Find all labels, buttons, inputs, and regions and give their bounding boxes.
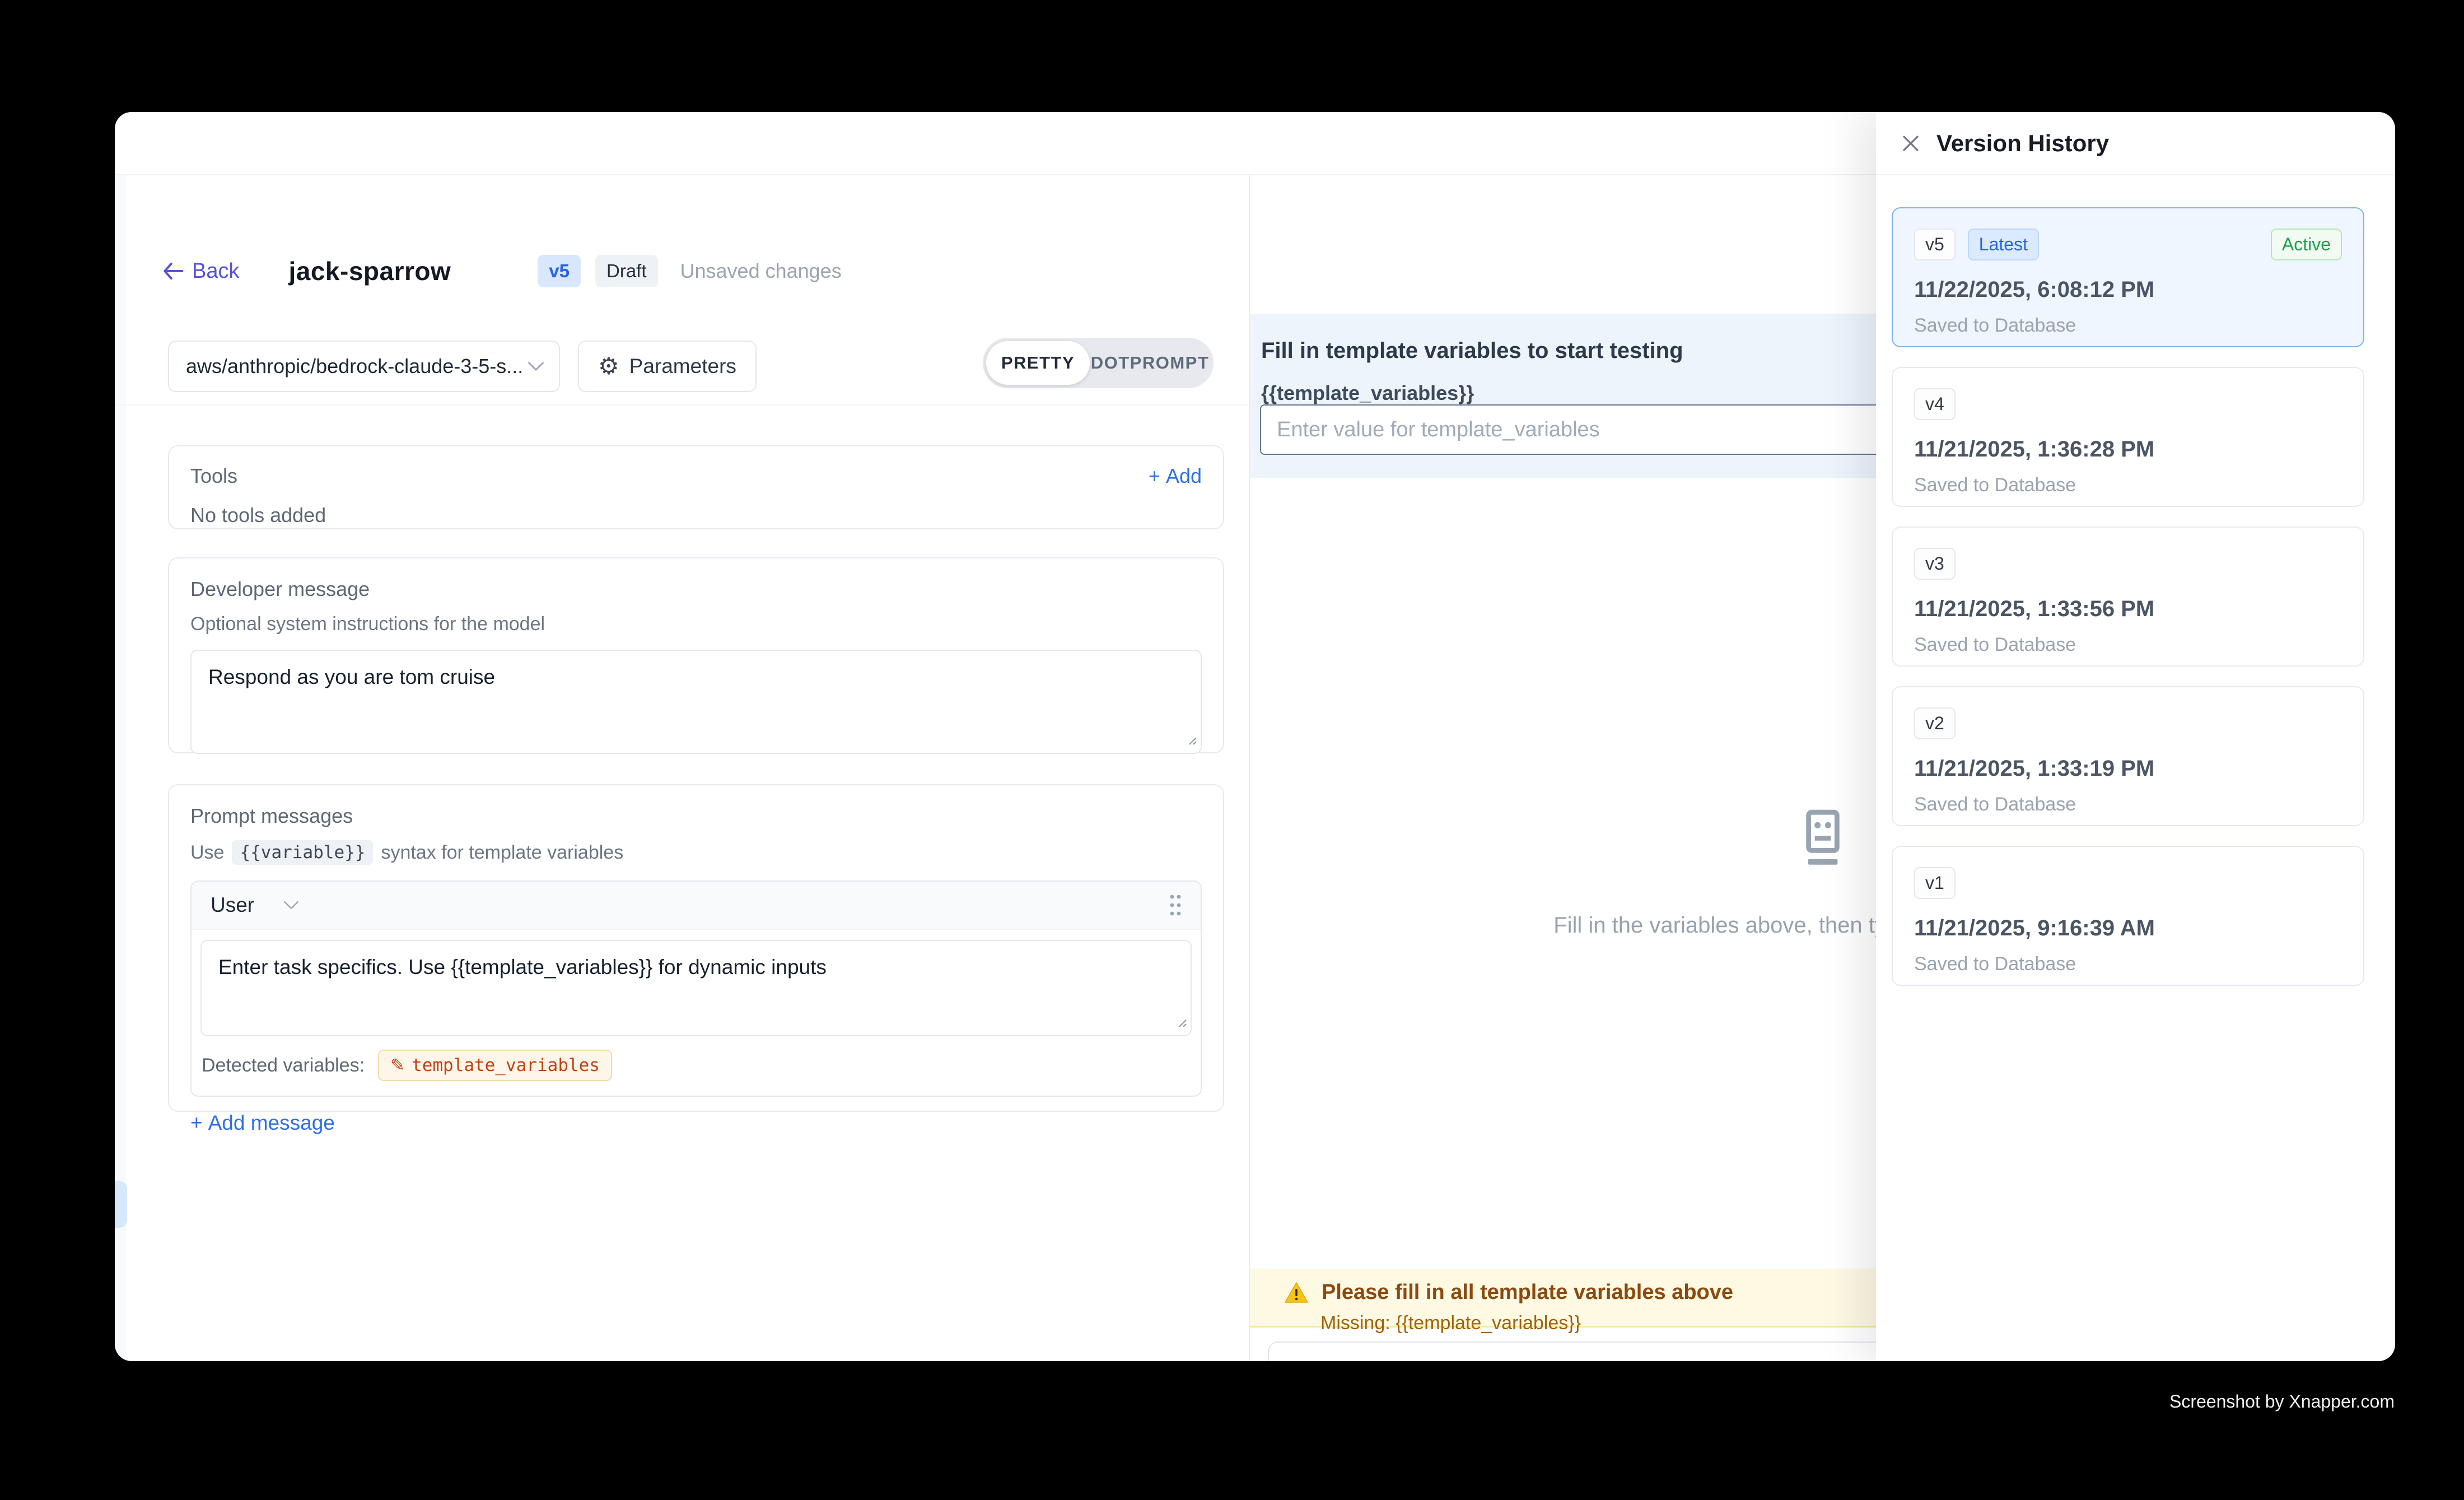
model-select[interactable]: aws/anthropic/bedrock-claude-3-5-s... (168, 341, 560, 392)
screenshot-watermark: Screenshot by Xnapper.com (2169, 1391, 2395, 1412)
version-storage: Saved to Database (1914, 474, 2342, 496)
chevron-down-icon (283, 900, 299, 910)
add-message-button[interactable]: + Add message (190, 1111, 1202, 1135)
model-select-value: aws/anthropic/bedrock-claude-3-5-s... (186, 355, 528, 378)
add-tool-label: Add (1166, 464, 1202, 488)
warning-title: Please fill in all template variables ab… (1322, 1280, 1733, 1305)
page-title: jack-sparrow (288, 256, 451, 286)
tools-empty-text: No tools added (190, 504, 1202, 527)
version-card-v2[interactable]: v2 11/21/2025, 1:33:19 PM Saved to Datab… (1892, 686, 2364, 826)
version-card-v5[interactable]: v5 Latest Active 11/22/2025, 6:08:12 PM … (1892, 207, 2364, 347)
message-header: User (192, 882, 1201, 930)
resize-grip-icon[interactable] (1185, 733, 1197, 748)
prompt-messages-card: Prompt messages Use {{variable}} syntax … (168, 784, 1224, 1112)
version-history-panel: Version History v5 Latest Active 11/22/2… (1876, 112, 2395, 1361)
subtitle-suffix: syntax for template variables (381, 842, 623, 864)
warning-icon (1284, 1281, 1309, 1305)
tools-card: Tools + Add No tools added (168, 445, 1224, 529)
version-timestamp: 11/22/2025, 6:08:12 PM (1914, 277, 2342, 302)
version-timestamp: 11/21/2025, 1:33:56 PM (1914, 597, 2342, 622)
version-number-badge: v1 (1914, 867, 1956, 899)
chevron-down-icon (528, 361, 544, 372)
version-number-badge: v4 (1914, 388, 1956, 420)
version-history-title: Version History (1936, 130, 2109, 157)
gear-icon: ⚙ (598, 355, 619, 378)
back-label: Back (192, 259, 239, 283)
detected-variable-name: template_variables (412, 1055, 600, 1075)
bot-icon (1792, 808, 1854, 878)
toggle-pretty[interactable]: PRETTY (986, 341, 1090, 385)
prompt-messages-subtitle: Use {{variable}} syntax for template var… (190, 840, 1202, 865)
version-timestamp: 11/21/2025, 9:16:39 AM (1914, 916, 2342, 941)
plus-icon: + (190, 1111, 203, 1135)
developer-message-title: Developer message (190, 577, 1202, 601)
version-card-v4[interactable]: v4 11/21/2025, 1:36:28 PM Saved to Datab… (1892, 367, 2364, 507)
version-history-header: Version History (1876, 112, 2395, 175)
pen-icon: ✎ (390, 1055, 405, 1075)
parameters-button[interactable]: ⚙ Parameters (578, 341, 757, 392)
drag-handle-icon[interactable] (1166, 891, 1185, 920)
toggle-dotprompt[interactable]: DOTPROMPT (1090, 341, 1210, 385)
collapsed-sidebar (115, 175, 126, 1361)
app-window: Back jack-sparrow v5 Draft Unsaved chang… (115, 112, 2395, 1361)
version-number-badge: v2 (1914, 707, 1956, 739)
variable-syntax-chip: {{variable}} (232, 840, 373, 865)
version-number-badge: v3 (1914, 548, 1956, 580)
version-storage: Saved to Database (1914, 315, 2342, 337)
tools-title: Tools (190, 464, 237, 488)
version-storage: Saved to Database (1914, 794, 2342, 816)
role-select-value: User (211, 893, 254, 917)
version-storage: Saved to Database (1914, 634, 2342, 656)
version-card-v3[interactable]: v3 11/21/2025, 1:33:56 PM Saved to Datab… (1892, 527, 2364, 667)
back-button[interactable]: Back (162, 259, 239, 283)
detected-variable-chip[interactable]: ✎ template_variables (378, 1050, 612, 1081)
model-toolbar: aws/anthropic/bedrock-claude-3-5-s... ⚙ … (168, 341, 757, 392)
developer-message-card: Developer message Optional system instru… (168, 557, 1224, 753)
latest-badge: Latest (1968, 229, 2039, 260)
detected-variables-label: Detected variables: (202, 1055, 365, 1077)
detected-variables-row: Detected variables: ✎ template_variables (192, 1036, 1201, 1096)
sidebar-active-indicator (115, 1181, 127, 1228)
message-block: User Enter task specifics. Use {{templat… (190, 881, 1202, 1097)
version-badge: v5 (538, 255, 581, 287)
arrow-left-icon (162, 261, 184, 281)
version-timestamp: 11/21/2025, 1:33:19 PM (1914, 756, 2342, 781)
add-message-label: Add message (208, 1111, 335, 1135)
active-badge: Active (2271, 229, 2342, 260)
resize-grip-icon[interactable] (1175, 1015, 1187, 1031)
message-textarea[interactable]: Enter task specifics. Use {{template_var… (200, 940, 1192, 1036)
version-storage: Saved to Database (1914, 953, 2342, 975)
unsaved-changes-label: Unsaved changes (680, 259, 842, 283)
close-icon[interactable] (1897, 130, 1924, 157)
version-number-badge: v5 (1914, 229, 1956, 260)
prompt-header: Back jack-sparrow v5 Draft Unsaved chang… (162, 253, 842, 289)
prompt-messages-title: Prompt messages (190, 804, 1202, 828)
plus-icon: + (1149, 464, 1160, 488)
parameters-label: Parameters (629, 355, 736, 378)
developer-message-subtitle: Optional system instructions for the mod… (190, 613, 1202, 635)
version-timestamp: 11/21/2025, 1:36:28 PM (1914, 437, 2342, 462)
add-tool-button[interactable]: + Add (1149, 464, 1202, 488)
version-card-v1[interactable]: v1 11/21/2025, 9:16:39 AM Saved to Datab… (1892, 846, 2364, 986)
toolbar-divider (115, 404, 1249, 406)
subtitle-prefix: Use (190, 842, 224, 864)
format-toggle: PRETTY DOTPROMPT (983, 338, 1214, 388)
role-select[interactable]: User (211, 893, 299, 917)
developer-message-textarea[interactable]: Respond as you are tom cruise (190, 650, 1202, 754)
draft-badge: Draft (595, 255, 658, 287)
version-list: v5 Latest Active 11/22/2025, 6:08:12 PM … (1892, 207, 2364, 1005)
